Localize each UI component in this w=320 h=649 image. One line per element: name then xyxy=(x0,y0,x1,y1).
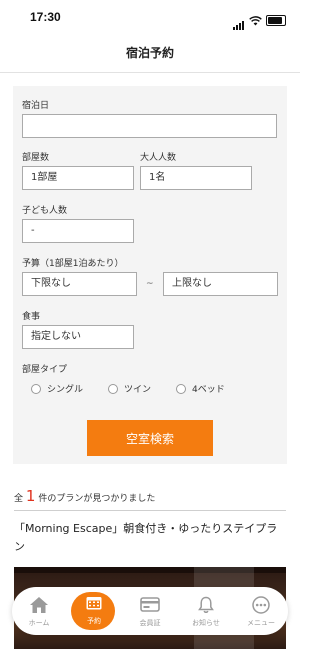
result-prefix: 全 xyxy=(14,494,24,504)
tab-membership[interactable]: 会員証 xyxy=(125,587,175,635)
page-title: 宿泊予約 xyxy=(125,46,174,60)
signal-icon xyxy=(233,11,245,30)
tab-home-label: ホーム xyxy=(28,619,50,627)
date-field[interactable] xyxy=(22,114,277,138)
radio-label: ツイン xyxy=(124,385,152,395)
room-type-single[interactable]: シングル xyxy=(31,382,83,395)
tab-home[interactable]: ホーム xyxy=(14,587,64,635)
radio-circle-icon[interactable] xyxy=(108,383,118,394)
home-icon xyxy=(30,597,48,613)
tab-membership-label: 会員証 xyxy=(139,619,161,627)
status-bar: 17:30 xyxy=(0,0,300,34)
tab-menu[interactable]: メニュー xyxy=(236,587,286,635)
adults-label: 大人人数 xyxy=(140,153,177,163)
budget-separator: ~ xyxy=(146,279,154,289)
date-label: 宿泊日 xyxy=(22,101,50,111)
search-button[interactable]: 空室検索 xyxy=(87,420,213,456)
adults-select[interactable]: 1名 xyxy=(140,166,252,190)
room-type-label: 部屋タイプ xyxy=(22,365,68,375)
header-divider xyxy=(0,72,300,73)
status-time: 17:30 xyxy=(30,10,61,24)
rooms-label: 部屋数 xyxy=(22,153,50,163)
result-count-number: 1 xyxy=(25,487,36,505)
more-icon xyxy=(252,596,270,614)
bell-icon xyxy=(198,596,214,613)
wifi-icon xyxy=(249,15,262,25)
result-suffix: 件のプランが見つかりました xyxy=(38,494,156,504)
status-icons xyxy=(233,11,286,30)
plan-title[interactable]: 「Morning Escape」朝食付き・ゆったりステイプラン xyxy=(14,520,286,556)
budget-max-select[interactable]: 上限なし xyxy=(163,272,278,296)
result-count: 全 1 件のプランが見つかりました xyxy=(14,487,155,505)
budget-label: 予算（1部屋1泊あたり） xyxy=(22,259,124,269)
tab-notifications-label: お知らせ xyxy=(192,619,220,627)
radio-circle-icon[interactable] xyxy=(31,383,41,394)
room-type-4bed[interactable]: 4ベッド xyxy=(176,382,225,395)
budget-min-select[interactable]: 下限なし xyxy=(22,272,137,296)
radio-label: シングル xyxy=(47,385,84,395)
tab-reservation[interactable]: 予約 xyxy=(69,587,119,635)
radio-label: 4ベッド xyxy=(192,385,225,395)
children-label: 子ども人数 xyxy=(22,206,68,216)
calendar-icon xyxy=(86,597,102,610)
tab-menu-label: メニュー xyxy=(247,619,275,627)
tab-reservation-label: 予約 xyxy=(87,617,101,625)
room-type-twin[interactable]: ツイン xyxy=(108,382,151,395)
meal-select[interactable]: 指定しない xyxy=(22,325,134,349)
children-select[interactable]: - xyxy=(22,219,134,243)
rooms-select[interactable]: 1部屋 xyxy=(22,166,134,190)
card-icon xyxy=(140,597,160,612)
radio-circle-icon[interactable] xyxy=(176,383,186,394)
result-divider xyxy=(14,510,286,511)
tab-notifications[interactable]: お知らせ xyxy=(181,587,231,635)
bottom-tab-bar: ホーム 予約 会員証 お知らせ メニュー xyxy=(12,587,288,635)
battery-icon xyxy=(266,15,286,26)
meal-label: 食事 xyxy=(22,312,41,322)
